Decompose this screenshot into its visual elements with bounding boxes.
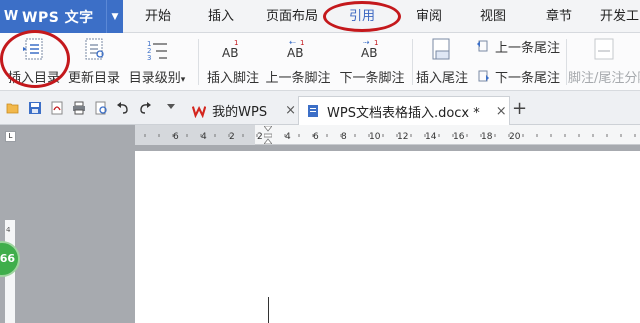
next-endnote-label: 下一条尾注 — [495, 70, 561, 86]
update-toc-label: 更新目录 — [67, 71, 120, 86]
footnote-endnote-separator-button[interactable]: 脚注/尾注分隔 — [568, 33, 640, 91]
customize-toolbar-chevron-icon[interactable] — [166, 103, 176, 111]
next-footnote-label: 下一条脚注 — [339, 71, 405, 86]
new-tab-button[interactable]: + — [512, 96, 527, 122]
chevron-down-icon: ▾ — [180, 75, 186, 85]
insert-endnote-icon — [432, 38, 450, 60]
ruler-number: 12 — [397, 132, 408, 142]
separator-line-icon — [594, 38, 614, 60]
app-title: WPS 文字 — [22, 9, 94, 26]
ruler-number: 14 — [425, 132, 437, 142]
ribbon-separator — [412, 39, 413, 85]
open-folder-icon[interactable] — [6, 101, 20, 115]
prev-footnote-icon: ⇠ 1 AB — [287, 38, 304, 60]
insert-footnote-icon: 1 AB — [222, 39, 238, 60]
update-toc-button[interactable]: 更新目录 — [66, 33, 122, 91]
print-preview-icon[interactable] — [94, 101, 108, 115]
ruler-number: 18 — [481, 132, 493, 142]
svg-text:3: 3 — [147, 54, 151, 60]
svg-text:AB: AB — [361, 46, 377, 60]
ribbon-separator — [198, 39, 199, 85]
ruler-number: 4 — [285, 132, 291, 142]
save-icon[interactable] — [28, 101, 42, 115]
tab-home[interactable]: 开始 — [140, 0, 176, 33]
toc-level-label: 目录级别 — [128, 71, 181, 86]
prev-endnote-label: 上一条尾注 — [495, 40, 561, 56]
tab-stop-selector-icon[interactable]: L — [5, 131, 16, 142]
ruler-number: 2 — [229, 132, 235, 142]
insert-footnote-button[interactable]: 1 AB 插入脚注 — [202, 33, 264, 91]
tab-view[interactable]: 视图 — [475, 0, 511, 33]
prev-footnote-button[interactable]: ⇠ 1 AB 上一条脚注 — [264, 33, 332, 91]
next-endnote-button[interactable]: 下一条尾注 — [476, 66, 560, 86]
ruler-number: 6 — [173, 132, 179, 142]
next-endnote-icon — [478, 70, 489, 82]
next-footnote-icon: ⇢ 1 AB — [361, 38, 378, 60]
wps-w-logo-icon — [192, 105, 207, 118]
app-menu-button[interactable]: W WPS 文字 ▼ — [0, 0, 123, 33]
redo-icon[interactable] — [138, 101, 152, 115]
undo-icon[interactable] — [116, 101, 130, 115]
next-footnote-button[interactable]: ⇢ 1 AB 下一条脚注 — [336, 33, 408, 91]
ribbon-separator — [566, 39, 567, 85]
footnote-endnote-separator-label: 脚注/尾注分隔 — [568, 71, 640, 86]
ruler-marks: 6 4 2 2 4 6 8 10 12 14 16 18 20 — [144, 132, 636, 142]
tab-document-label: WPS文档表格插入.docx * — [327, 105, 480, 121]
close-icon[interactable]: × — [285, 103, 296, 118]
toc-level-icon: 1 2 3 — [147, 40, 167, 60]
print-icon[interactable] — [72, 101, 86, 115]
tab-my-wps-label: 我的WPS — [212, 105, 268, 120]
ruler-number: 20 — [509, 132, 521, 142]
ruler-number: 8 — [341, 132, 347, 142]
wps-logo-icon: W — [3, 9, 19, 24]
close-icon[interactable]: × — [496, 104, 507, 119]
prev-footnote-label: 上一条脚注 — [265, 71, 331, 86]
tab-insert[interactable]: 插入 — [203, 0, 239, 33]
ruler-number: 10 — [369, 132, 381, 142]
insert-footnote-label: 插入脚注 — [206, 71, 259, 86]
indent-marker-icon[interactable] — [263, 125, 273, 145]
text-cursor — [268, 297, 269, 323]
ribbon-references: 插入目录 更新目录 1 2 3 目录级别▾ 1 AB 插入脚注 ⇠ 1 AB 上… — [0, 30, 640, 91]
tab-document[interactable]: WPS文档表格插入.docx * × — [298, 96, 510, 125]
ruler-number: 2 — [257, 132, 263, 142]
tab-review[interactable]: 审阅 — [411, 0, 447, 33]
svg-text:AB: AB — [222, 46, 238, 60]
ruler-number: 4 — [201, 132, 207, 142]
prev-endnote-button[interactable]: 上一条尾注 — [476, 36, 560, 56]
document-workspace: L 6 4 2 2 4 6 8 10 12 14 16 18 20 4 66 — [0, 125, 640, 323]
svg-text:AB: AB — [287, 46, 303, 60]
quick-access-toolbar: 我的WPS × WPS文档表格插入.docx * × + — [0, 91, 640, 125]
toc-level-dropdown[interactable]: 1 2 3 目录级别▾ — [124, 33, 190, 91]
export-pdf-icon[interactable] — [50, 101, 64, 115]
tab-my-wps[interactable]: 我的WPS × — [188, 96, 296, 125]
insert-endnote-button[interactable]: 插入尾注 — [414, 33, 470, 91]
ruler-number: 16 — [453, 132, 465, 142]
document-icon — [308, 105, 318, 117]
vertical-ruler-mark: 4 — [6, 226, 11, 234]
highlight-ring-references-tab — [323, 1, 401, 32]
progress-badge[interactable]: 66 — [0, 241, 20, 277]
menu-bar: W WPS 文字 ▼ 开始 插入 页面布局 引用 审阅 视图 章节 开发工 — [0, 0, 640, 33]
insert-endnote-label: 插入尾注 — [415, 71, 468, 86]
document-page[interactable] — [135, 151, 640, 221]
ruler-number: 6 — [313, 132, 319, 142]
prev-endnote-icon — [477, 40, 488, 52]
tab-chapter[interactable]: 章节 — [541, 0, 577, 33]
document-page[interactable] — [135, 218, 640, 323]
tab-page-layout[interactable]: 页面布局 — [262, 0, 322, 33]
update-toc-icon — [85, 38, 104, 60]
highlight-ring-insert-toc — [0, 30, 70, 88]
caret-down-icon[interactable]: ▼ — [106, 0, 123, 33]
tab-developer[interactable]: 开发工 — [600, 0, 640, 33]
